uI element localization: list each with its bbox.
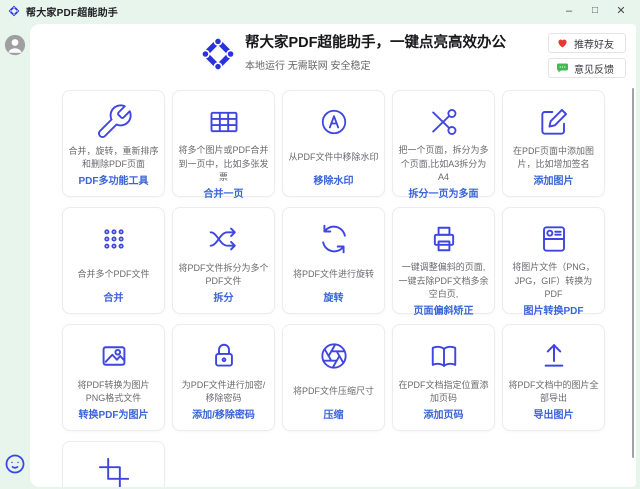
card-description: 将PDF转换为图片PNG格式文件 [68, 378, 159, 406]
card-multi-tool[interactable]: 合并，旋转，重新排序和删除PDF页面 PDF多功能工具 [62, 90, 165, 197]
card-image-to-pdf[interactable]: 将图片文件（PNG，JPG，GIF）转换为PDF 图片转换PDF [502, 207, 605, 314]
person-icon [4, 34, 26, 56]
printer-icon [424, 217, 464, 261]
card-description: 从PDF文件中移除水印 [288, 144, 378, 172]
card-page-numbers[interactable]: 在PDF文档指定位置添加页码 添加页码 [392, 324, 495, 431]
card-remove-watermark[interactable]: 从PDF文件中移除水印 移除水印 [282, 90, 385, 197]
crop-icon [94, 451, 134, 487]
titlebar: 帮大家PDF超能助手 – □ ✕ [0, 0, 640, 22]
card-export-images[interactable]: 将PDF文档中的图片全部导出 导出图片 [502, 324, 605, 431]
sidebar [0, 22, 30, 489]
feedback-label: 意见反馈 [574, 61, 614, 76]
card-description: 将PDF文件压缩尺寸 [293, 378, 374, 406]
minimize-button[interactable]: – [556, 1, 582, 21]
card-password[interactable]: 为PDF文件进行加密/移除密码 添加/移除密码 [172, 324, 275, 431]
upload-arrow-icon [534, 334, 574, 378]
card-description: 把一个页面，拆分为多个页面,比如A3拆分为A4 [398, 144, 489, 185]
card-description: 合并多个PDF文件 [77, 261, 149, 289]
card-description: 将PDF文件进行旋转 [293, 261, 374, 289]
image-icon [94, 334, 134, 378]
card-description: 将图片文件（PNG，JPG，GIF）转换为PDF [508, 261, 599, 302]
card-merge-one-page[interactable]: 将多个图片或PDF合并到一页中，比如多张发票 合并一页 [172, 90, 275, 197]
book-icon [424, 334, 464, 378]
watermark-circle-a-icon [314, 100, 354, 144]
card-action-link[interactable]: 拆分一页为多面 [409, 185, 479, 202]
card-deskew[interactable]: 一键调整偏斜的页面,一键去除PDF文档多余空白页, 页面偏斜矫正 [392, 207, 495, 314]
card-add-image[interactable]: 在PDF页面中添加图片，比如增加签名 添加图片 [502, 90, 605, 197]
card-action-link[interactable]: 旋转 [324, 289, 344, 306]
user-avatar[interactable] [4, 34, 26, 56]
card-crop[interactable] [62, 441, 165, 487]
recommend-friends-button[interactable]: 推荐好友 [548, 33, 626, 53]
card-split-page[interactable]: 把一个页面，拆分为多个页面,比如A3拆分为A4 拆分一页为多面 [392, 90, 495, 197]
card-action-link[interactable]: 移除水印 [314, 172, 354, 189]
card-description: 将PDF文件拆分为多个PDF文件 [178, 261, 269, 289]
brand-text: 帮大家PDF超能助手，一键点亮高效办公 本地运行 无需联网 安全稳定 [245, 36, 506, 72]
card-action-link[interactable]: 图片转换PDF [524, 302, 584, 319]
maximize-button[interactable]: □ [582, 1, 608, 21]
card-merge[interactable]: 合并多个PDF文件 合并 [62, 207, 165, 314]
card-action-link[interactable]: 导出图片 [534, 406, 574, 423]
card-action-link[interactable]: 拆分 [214, 289, 234, 306]
card-action-link[interactable]: 合并 [104, 289, 124, 306]
card-action-link[interactable]: PDF多功能工具 [79, 172, 149, 189]
chat-icon [556, 62, 569, 74]
feedback-smiley-icon[interactable] [4, 453, 26, 475]
aperture-icon [314, 334, 354, 378]
window-title: 帮大家PDF超能助手 [26, 4, 118, 19]
feedback-button[interactable]: 意见反馈 [548, 58, 626, 78]
camera-icon [534, 217, 574, 261]
vertical-scrollbar[interactable] [632, 88, 634, 458]
recommend-friends-label: 推荐好友 [574, 36, 614, 51]
wrench-icon [94, 100, 134, 144]
heart-icon [556, 37, 569, 49]
card-action-link[interactable]: 合并一页 [204, 185, 244, 202]
card-description: 将PDF文档中的图片全部导出 [508, 378, 599, 406]
scissors-icon [424, 100, 464, 144]
main-panel: 帮大家PDF超能助手，一键点亮高效办公 本地运行 无需联网 安全稳定 推荐好友 … [30, 24, 636, 487]
card-action-link[interactable]: 添加页码 [424, 406, 464, 423]
card-rotate[interactable]: 将PDF文件进行旋转 旋转 [282, 207, 385, 314]
page-title: 帮大家PDF超能助手，一键点亮高效办公 [245, 36, 506, 52]
grid-table-icon [204, 100, 244, 144]
card-description: 合并，旋转，重新排序和删除PDF页面 [68, 144, 159, 172]
app-logo-icon [200, 36, 236, 72]
card-description: 一键调整偏斜的页面,一键去除PDF文档多余空白页, [398, 261, 489, 302]
lock-icon [204, 334, 244, 378]
close-button[interactable]: ✕ [608, 1, 634, 21]
shuffle-icon [204, 217, 244, 261]
card-action-link[interactable]: 转换PDF为图片 [79, 406, 149, 423]
card-description: 将多个图片或PDF合并到一页中，比如多张发票 [178, 144, 269, 185]
card-split[interactable]: 将PDF文件拆分为多个PDF文件 拆分 [172, 207, 275, 314]
rotate-icon [314, 217, 354, 261]
edit-image-icon [534, 100, 574, 144]
card-description: 为PDF文件进行加密/移除密码 [178, 378, 269, 406]
card-description: 在PDF文档指定位置添加页码 [398, 378, 489, 406]
app-logo-icon [8, 5, 20, 17]
dots-grid-icon [95, 217, 133, 261]
card-description: 在PDF页面中添加图片，比如增加签名 [508, 144, 599, 172]
card-compress[interactable]: 将PDF文件压缩尺寸 压缩 [282, 324, 385, 431]
tools-grid: 合并，旋转，重新排序和删除PDF页面 PDF多功能工具 将多个图片或PDF合并到… [62, 90, 606, 487]
header-actions: 推荐好友 意见反馈 [548, 33, 626, 78]
brand: 帮大家PDF超能助手，一键点亮高效办公 本地运行 无需联网 安全稳定 [200, 36, 506, 72]
card-pdf-to-image[interactable]: 将PDF转换为图片PNG格式文件 转换PDF为图片 [62, 324, 165, 431]
header: 帮大家PDF超能助手，一键点亮高效办公 本地运行 无需联网 安全稳定 推荐好友 … [30, 24, 636, 90]
card-action-link[interactable]: 添加/移除密码 [192, 406, 255, 423]
card-action-link[interactable]: 压缩 [324, 406, 344, 423]
window-controls: – □ ✕ [556, 1, 634, 21]
page-subtitle: 本地运行 无需联网 安全稳定 [245, 57, 506, 72]
card-action-link[interactable]: 页面偏斜矫正 [414, 302, 474, 319]
card-action-link[interactable]: 添加图片 [534, 172, 574, 189]
